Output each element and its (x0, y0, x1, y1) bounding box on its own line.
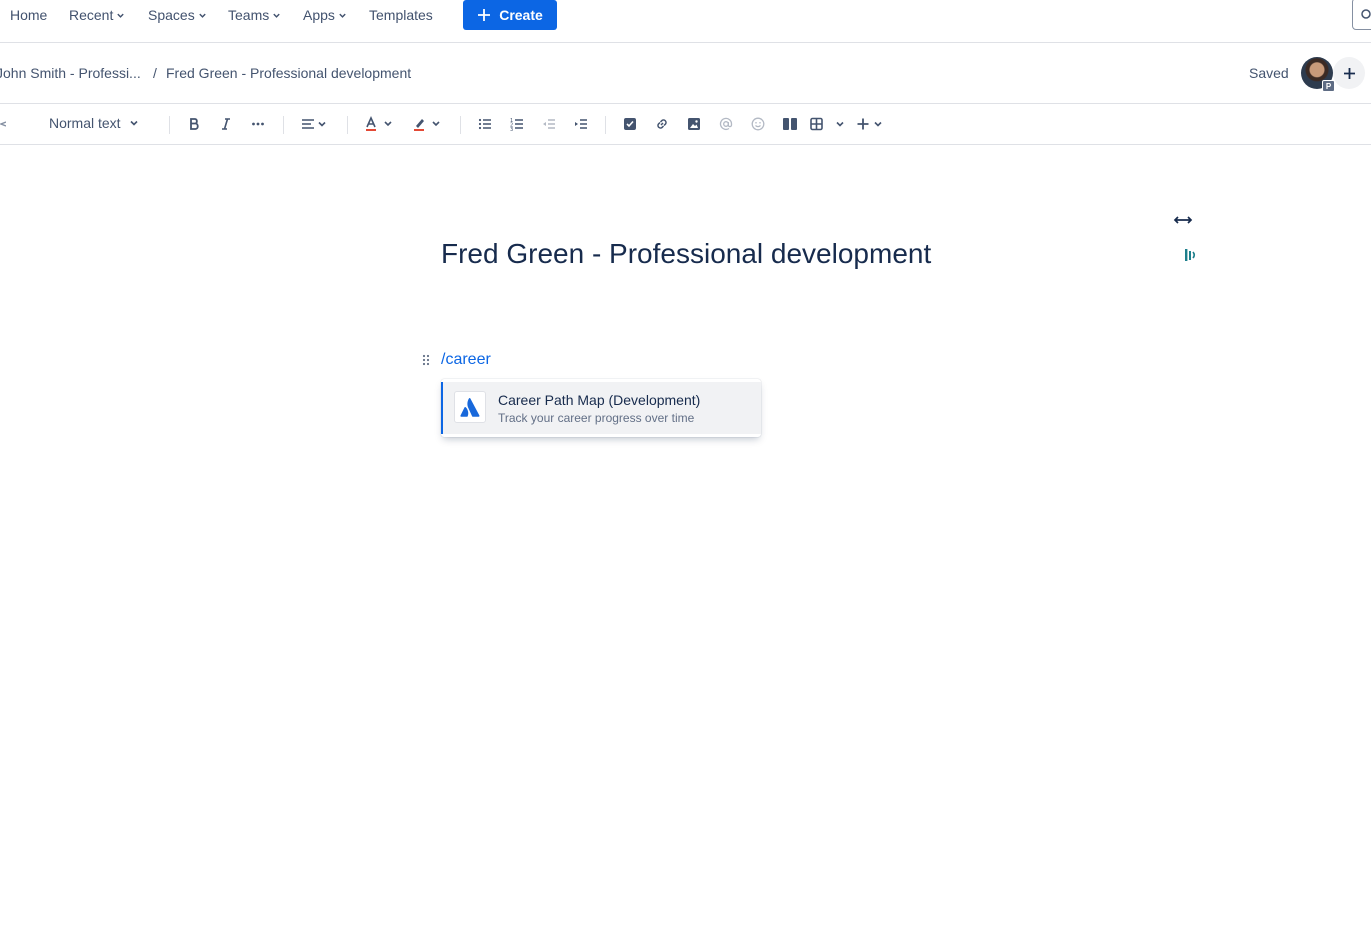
link-icon[interactable] (652, 114, 672, 134)
toolbar-divider (460, 116, 461, 134)
nav-spaces[interactable]: Spaces (148, 6, 207, 24)
suggestion-title: Career Path Map (Development) (498, 392, 701, 408)
insert-more-icon[interactable] (856, 114, 886, 134)
align-dropdown-icon[interactable] (298, 114, 330, 134)
plus-icon (478, 9, 491, 21)
chevron-down-icon (339, 13, 346, 18)
create-button[interactable]: Create (463, 0, 557, 30)
nav-teams[interactable]: Teams (228, 6, 281, 24)
text-color-icon[interactable] (362, 114, 394, 134)
layout-columns-icon[interactable] (780, 114, 800, 134)
breadcrumb-parent[interactable]: John Smith - Professi... (0, 65, 141, 81)
indent-icon[interactable] (571, 114, 591, 134)
chevron-down-icon (117, 13, 125, 18)
create-button-label: Create (499, 7, 543, 23)
text-style-dropdown[interactable]: Normal text (49, 115, 139, 131)
nav-home[interactable]: Home (10, 6, 47, 24)
suggestion-item[interactable]: Career Path Map (Development) Track your… (441, 382, 761, 434)
nav-teams-label: Teams (228, 7, 270, 23)
slash-command-menu: Career Path Map (Development) Track your… (441, 379, 761, 437)
search-input[interactable] (1352, 0, 1371, 30)
editor-toolbar: Normal text 123 (0, 104, 1371, 145)
breadcrumb-current[interactable]: Fred Green - Professional development (166, 65, 411, 81)
toolbar-divider (283, 116, 284, 134)
undo-icon[interactable] (0, 114, 6, 134)
toolbar-divider (169, 116, 170, 134)
nav-apps-label: Apps (303, 7, 335, 23)
toolbar-divider (347, 116, 348, 134)
nav-home-label: Home (10, 7, 48, 23)
suggestion-description: Track your career progress over time (498, 411, 695, 425)
mention-icon[interactable] (716, 114, 736, 134)
breadcrumb-separator: / (153, 65, 157, 81)
search-icon (1361, 9, 1371, 19)
saved-status: Saved (1249, 65, 1289, 81)
nav-spaces-label: Spaces (148, 7, 195, 23)
nav-recent-label: Recent (69, 7, 114, 23)
svg-text:3: 3 (510, 127, 513, 131)
avatar-badge: P (1322, 80, 1335, 92)
numbered-list-icon[interactable]: 123 (507, 114, 527, 134)
slash-command-input[interactable]: /career (441, 351, 491, 369)
full-width-toggle-icon[interactable] (1172, 212, 1194, 228)
emoji-icon[interactable] (748, 114, 768, 134)
bold-icon[interactable] (184, 114, 204, 134)
nav-templates[interactable]: Templates (369, 6, 433, 24)
more-formatting-icon[interactable] (248, 114, 268, 134)
toolbar-divider (605, 116, 606, 134)
page-title[interactable]: Fred Green - Professional development (441, 238, 931, 270)
atlassian-logo-icon (454, 391, 486, 423)
chevron-down-icon (198, 13, 206, 18)
task-checkbox-icon[interactable] (620, 114, 640, 134)
top-navigation: Home Recent Spaces Teams Apps Templates … (0, 0, 1371, 43)
chevron-down-icon (130, 120, 138, 126)
page-insights-icon[interactable] (1183, 247, 1197, 263)
bullet-list-icon[interactable] (475, 114, 495, 134)
text-style-label: Normal text (49, 115, 121, 131)
plus-icon (1343, 67, 1355, 79)
avatar[interactable]: P (1301, 57, 1335, 92)
nav-recent[interactable]: Recent (69, 6, 125, 24)
italic-icon[interactable] (216, 114, 236, 134)
image-icon[interactable] (684, 114, 704, 134)
chevron-down-icon (273, 13, 280, 18)
invite-button[interactable] (1333, 57, 1365, 89)
table-dropdown-icon[interactable] (808, 114, 846, 134)
page-header: John Smith - Professi... / Fred Green - … (0, 43, 1371, 104)
nav-apps[interactable]: Apps (303, 6, 347, 24)
outdent-icon[interactable] (539, 114, 559, 134)
highlight-icon[interactable] (410, 114, 442, 134)
nav-templates-label: Templates (369, 7, 433, 23)
drag-handle-icon[interactable] (421, 353, 431, 367)
